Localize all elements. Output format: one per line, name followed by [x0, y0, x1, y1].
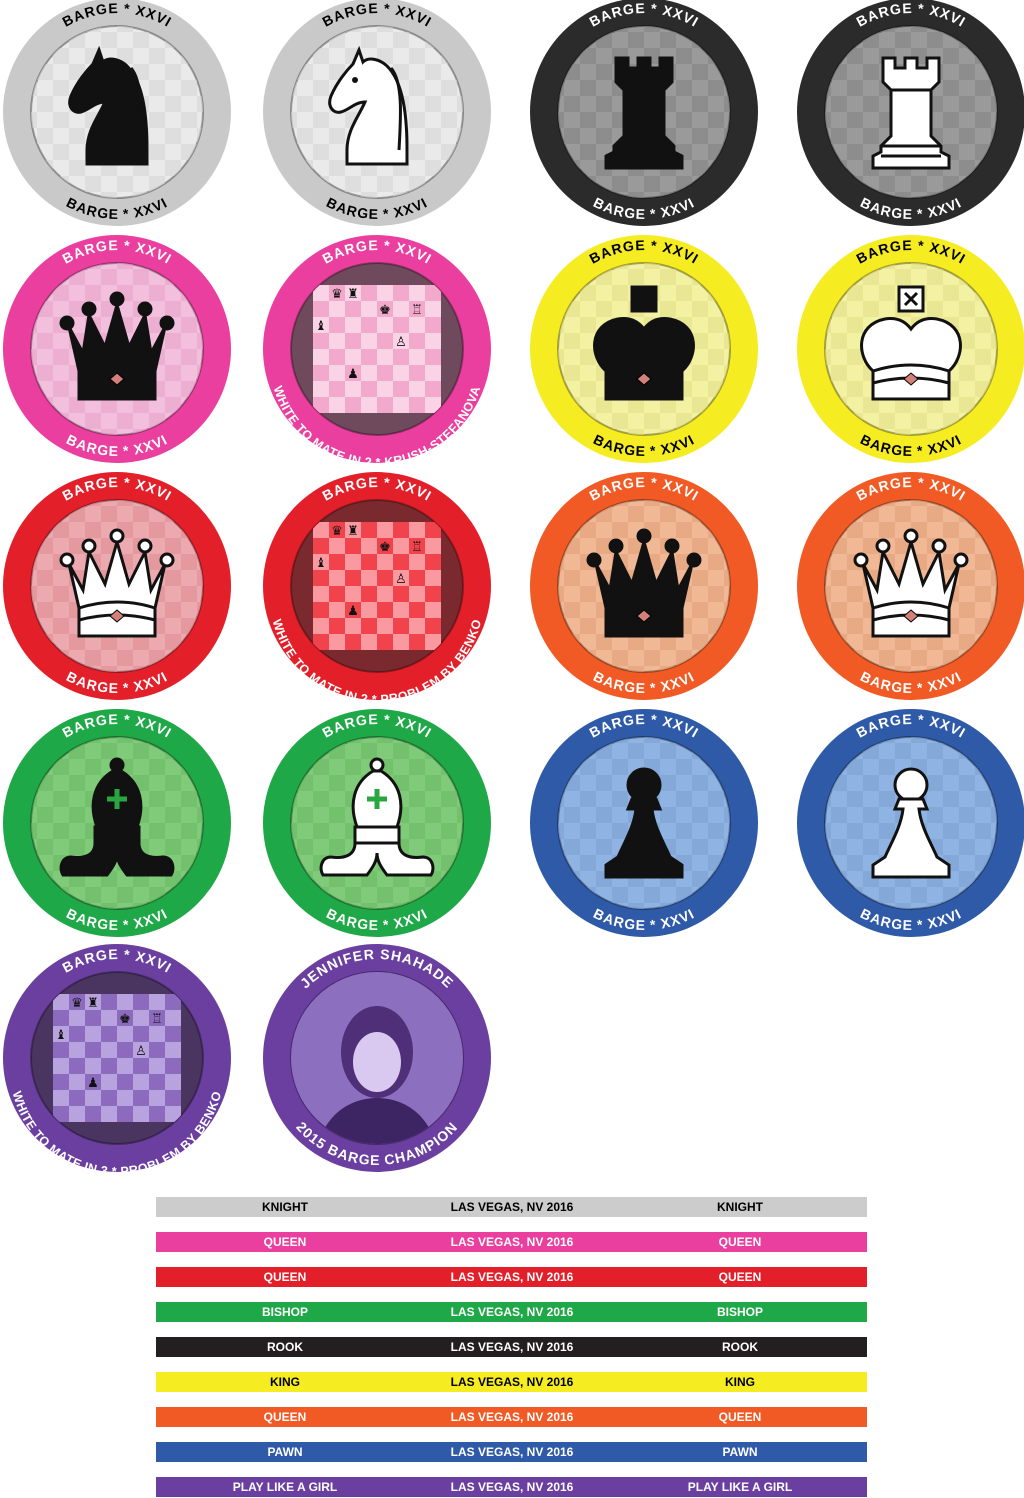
- chess-piece-glyph: ♙: [395, 571, 407, 586]
- chip-queen-orange-black: BARGE * XXVIBARGE * XXVI: [530, 472, 758, 700]
- strip-right-label: QUEEN: [718, 1410, 762, 1424]
- chip-bishop-green-black: BARGE * XXVIBARGE * XXVI: [3, 709, 231, 937]
- chip-queen-orange-white: BARGE * XXVIBARGE * XXVI: [797, 472, 1024, 700]
- strip-center-label: LAS VEGAS, NV 2016: [450, 1445, 574, 1459]
- strip-king: KING LAS VEGAS, NV 2016 KING: [156, 1372, 867, 1392]
- strip-left-label: KING: [270, 1375, 300, 1389]
- chip-problem-purple: ♛ ♜♚♝♙♟♖BARGE * XXVIWHITE TO MATE IN 3 * …: [3, 944, 231, 1179]
- chip-king-yellow-black: BARGE * XXVIBARGE * XXVI: [530, 235, 758, 463]
- strip-center-label: LAS VEGAS, NV 2016: [450, 1410, 574, 1424]
- chip-knight-white: BARGE * XXVIBARGE * XXVI: [263, 0, 491, 226]
- chip-queen-pink-black: BARGE * XXVIBARGE * XXVI: [3, 235, 231, 463]
- strip-left-label: PAWN: [267, 1445, 303, 1459]
- strip-queen-orange: QUEEN LAS VEGAS, NV 2016 QUEEN: [156, 1407, 867, 1427]
- strip-right-label: KNIGHT: [717, 1200, 763, 1214]
- chip-problem-pink: ♛ ♜♚♝♙♟♖BARGE * XXVIWHITE TO MATE IN 2 * …: [263, 235, 491, 470]
- strip-queen-pink: QUEEN LAS VEGAS, NV 2016 QUEEN: [156, 1232, 867, 1252]
- chip-bishop-green-white: BARGE * XXVIBARGE * XXVI: [263, 709, 491, 937]
- strip-right-label: PLAY LIKE A GIRL: [687, 1480, 793, 1494]
- strip-center-label: LAS VEGAS, NV 2016: [450, 1270, 574, 1284]
- chess-piece-glyph: ♛: [331, 523, 343, 538]
- strip-knight: KNIGHT LAS VEGAS, NV 2016 KNIGHT: [156, 1197, 867, 1217]
- chess-piece-glyph: ♙: [135, 1043, 147, 1058]
- strip-left-label: QUEEN: [263, 1235, 307, 1249]
- strip-left-label: QUEEN: [263, 1270, 307, 1284]
- chip-champion-purple: JENNIFER SHAHADE2015 BARGE CHAMPION: [263, 944, 491, 1172]
- strip-right-label: PAWN: [722, 1445, 758, 1459]
- chess-piece-glyph: ♚: [379, 539, 391, 554]
- chess-piece-glyph: ♝: [55, 1027, 67, 1042]
- chess-piece-glyph: ♟: [347, 603, 359, 618]
- chess-piece-glyph: ♙: [395, 334, 407, 349]
- strip-center-label: LAS VEGAS, NV 2016: [450, 1200, 574, 1214]
- strip-right-label: ROOK: [722, 1340, 758, 1354]
- chess-piece-glyph: ♟: [347, 366, 359, 381]
- strip-right-label: KING: [725, 1375, 755, 1389]
- strip-left-label: QUEEN: [263, 1410, 307, 1424]
- strip-center-label: LAS VEGAS, NV 2016: [450, 1480, 574, 1494]
- strip-right-label: QUEEN: [718, 1270, 762, 1284]
- chip-knight-black: BARGE * XXVIBARGE * XXVI: [3, 0, 231, 226]
- strip-center-label: LAS VEGAS, NV 2016: [450, 1340, 574, 1354]
- chess-piece-glyph: ♚: [119, 1011, 131, 1026]
- strip-right-label: BISHOP: [716, 1305, 764, 1319]
- chip-problem-red: ♛ ♜♚♝♙♟♖BARGE * XXVIWHITE TO MATE IN 2 * …: [263, 472, 491, 707]
- chip-rook-white: BARGE * XXVIBARGE * XXVI: [797, 0, 1024, 226]
- strip-left-label: KNIGHT: [262, 1200, 308, 1214]
- strip-right-label: QUEEN: [718, 1235, 762, 1249]
- chess-piece-glyph: ♖: [411, 539, 423, 554]
- chess-piece-glyph: ♛: [331, 286, 343, 301]
- strip-center-label: LAS VEGAS, NV 2016: [450, 1235, 574, 1249]
- chip-rook-black: BARGE * XXVIBARGE * XXVI: [530, 0, 758, 226]
- chess-piece-glyph: ♜: [347, 523, 359, 538]
- strip-center-label: LAS VEGAS, NV 2016: [450, 1375, 574, 1389]
- strip-left-label: BISHOP: [261, 1305, 309, 1319]
- chess-piece-glyph: ♝: [315, 318, 327, 333]
- chess-piece-glyph: ♝: [315, 555, 327, 570]
- chip-pawn-blue-black: BARGE * XXVIBARGE * XXVI: [530, 709, 758, 937]
- strip-queen-red: QUEEN LAS VEGAS, NV 2016 QUEEN: [156, 1267, 867, 1287]
- chess-piece-glyph: ♜: [87, 995, 99, 1010]
- chess-piece-glyph: ♖: [411, 302, 423, 317]
- strip-center-label: LAS VEGAS, NV 2016: [450, 1305, 574, 1319]
- chip-king-yellow-white: BARGE * XXVIBARGE * XXVI: [797, 235, 1024, 463]
- chess-piece-glyph: ♖: [151, 1011, 163, 1026]
- chess-piece-glyph: ♟: [87, 1075, 99, 1090]
- chips-canvas: BARGE * XXVIBARGE * XXVI BARGE * XXVIBAR…: [3, 0, 1024, 1179]
- chess-piece-glyph: ♜: [347, 286, 359, 301]
- strip-rook: ROOK LAS VEGAS, NV 2016 ROOK: [156, 1337, 867, 1357]
- chess-piece-glyph: ♚: [379, 302, 391, 317]
- strip-left-label: PLAY LIKE A GIRL: [232, 1480, 338, 1494]
- chip-queen-red-white: BARGE * XXVIBARGE * XXVI: [3, 472, 231, 700]
- strip-left-label: ROOK: [267, 1340, 303, 1354]
- strip-pawn: PAWN LAS VEGAS, NV 2016 PAWN: [156, 1442, 867, 1462]
- strip-play-like-a-girl: PLAY LIKE A GIRL LAS VEGAS, NV 2016 PLAY…: [156, 1477, 867, 1497]
- chip-pawn-blue-white: BARGE * XXVIBARGE * XXVI: [797, 709, 1024, 937]
- chess-piece-glyph: ♛: [71, 995, 83, 1010]
- strip-bishop: BISHOP LAS VEGAS, NV 2016 BISHOP: [156, 1302, 867, 1322]
